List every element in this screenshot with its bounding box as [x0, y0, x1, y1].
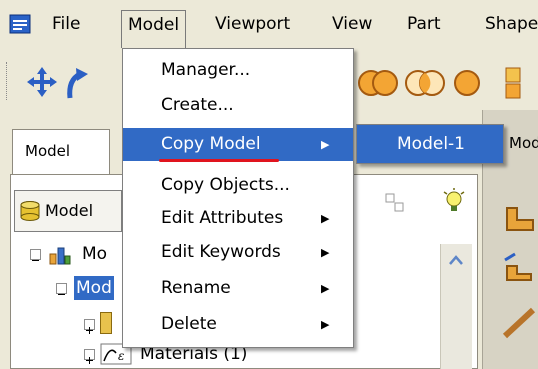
menu-item-rename-label: Rename — [161, 278, 231, 298]
datum-icon[interactable] — [501, 304, 537, 340]
menu-item-manager[interactable]: Manager... — [123, 54, 353, 87]
menu-model[interactable]: Model — [121, 10, 187, 48]
expand-icon[interactable] — [84, 319, 95, 334]
sphere-icon[interactable] — [452, 68, 482, 98]
submenu-arrow-icon: ▶ — [321, 212, 330, 225]
menu-item-create[interactable]: Create... — [123, 89, 353, 122]
menu-item-delete-label: Delete — [161, 314, 217, 334]
submenu-arrow-icon: ▶ — [321, 318, 330, 331]
model-menu: Manager... Create... Copy Model ▶ Copy O… — [122, 48, 354, 348]
boolean-intersect-icon[interactable] — [403, 68, 447, 98]
menu-item-copy-model[interactable]: Copy Model ▶ — [123, 128, 353, 161]
menu-item-copy-model-label: Copy Model — [161, 134, 261, 154]
create-part-icon[interactable] — [503, 200, 537, 234]
menu-part[interactable]: Part — [407, 10, 441, 40]
submenu-arrow-icon: ▶ — [321, 282, 330, 295]
model-tree-selector-label: Model — [45, 201, 94, 220]
submenu-arrow-icon: ▶ — [321, 246, 330, 259]
menu-bar: File Model Viewport View Part Shape — [0, 0, 538, 50]
menu-item-create-label: Create... — [161, 95, 234, 115]
tree-root-label[interactable]: Mo — [82, 244, 107, 264]
menu-item-edit-keywords-label: Edit Keywords — [161, 242, 281, 262]
tree-filter-icon[interactable] — [384, 192, 406, 214]
menu-viewport[interactable]: Viewport — [215, 10, 290, 40]
submenu-item-model-1-label: Model-1 — [397, 134, 465, 154]
toolbar-grip — [6, 62, 9, 100]
svg-text:ε: ε — [118, 349, 124, 363]
model-tree-selector[interactable]: Model — [14, 190, 122, 232]
tree-folder-icon — [100, 312, 112, 334]
menu-item-edit-attributes[interactable]: Edit Attributes ▶ — [123, 202, 353, 235]
pan-icon[interactable] — [24, 64, 60, 100]
rotate-icon[interactable] — [64, 66, 90, 100]
tree-scrollbar[interactable] — [440, 244, 472, 369]
copy-model-submenu: Model-1 — [356, 124, 504, 164]
menu-item-copy-objects-label: Copy Objects... — [161, 175, 290, 195]
boolean-union-icon[interactable] — [356, 68, 400, 98]
expand-collapse-icon[interactable] — [30, 249, 41, 261]
right-tab-label: Mod — [509, 134, 538, 152]
tree-model-item[interactable]: Mod — [74, 276, 114, 300]
menu-item-edit-keywords[interactable]: Edit Keywords ▶ — [123, 236, 353, 269]
models-root-icon — [48, 242, 72, 266]
expand-collapse-icon[interactable] — [56, 283, 67, 295]
lightbulb-icon[interactable] — [442, 188, 466, 216]
app-menu-icon[interactable] — [9, 14, 31, 34]
scroll-up-icon[interactable] — [448, 250, 464, 265]
menu-item-copy-objects[interactable]: Copy Objects... — [123, 169, 353, 202]
menu-item-edit-attributes-label: Edit Attributes — [161, 208, 284, 228]
submenu-item-model-1[interactable]: Model-1 — [357, 125, 503, 163]
tab-model[interactable]: Model — [12, 129, 110, 175]
menu-shape[interactable]: Shape — [485, 10, 538, 40]
expand-icon[interactable] — [84, 349, 95, 364]
tab-model-label: Model — [25, 142, 71, 160]
menu-view[interactable]: View — [332, 10, 372, 40]
annotation-red-underline — [159, 159, 279, 162]
menu-item-delete[interactable]: Delete ▶ — [123, 308, 353, 341]
part-shape-icon[interactable] — [500, 66, 530, 100]
database-icon — [19, 200, 41, 222]
menu-item-rename[interactable]: Rename ▶ — [123, 272, 353, 305]
menu-file[interactable]: File — [52, 10, 80, 40]
menu-item-manager-label: Manager... — [161, 60, 251, 80]
part-manager-icon[interactable] — [501, 250, 537, 286]
submenu-arrow-icon: ▶ — [321, 138, 330, 151]
